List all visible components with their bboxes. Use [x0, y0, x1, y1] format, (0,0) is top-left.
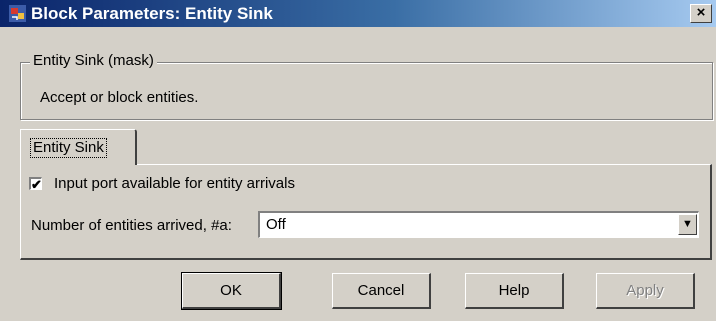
- dropdown-arrow-icon[interactable]: ▼: [678, 214, 697, 235]
- entities-arrived-select[interactable]: Off ▼: [258, 211, 699, 238]
- window-title: Block Parameters: Entity Sink: [31, 4, 273, 23]
- simulink-block-icon: [9, 5, 26, 22]
- block-parameters-dialog: Block Parameters: Entity Sink × Entity S…: [0, 0, 716, 321]
- select-value: Off: [266, 216, 286, 233]
- ok-button[interactable]: OK: [181, 272, 282, 310]
- input-port-checkbox-label[interactable]: Input port available for entity arrivals: [54, 174, 295, 194]
- apply-button[interactable]: Apply: [596, 273, 695, 309]
- tab-entity-sink[interactable]: Entity Sink: [20, 129, 137, 165]
- close-button[interactable]: ×: [690, 4, 712, 23]
- help-button[interactable]: Help: [465, 273, 564, 309]
- entities-arrived-label: Number of entities arrived, #a:: [31, 217, 232, 234]
- input-port-checkbox[interactable]: ✔: [29, 177, 42, 191]
- mask-description: Accept or block entities.: [40, 89, 199, 106]
- mask-group-title: Entity Sink (mask): [30, 51, 157, 71]
- title-bar[interactable]: Block Parameters: Entity Sink ×: [0, 0, 716, 27]
- cancel-button[interactable]: Cancel: [332, 273, 431, 309]
- tab-label: Entity Sink: [30, 138, 107, 158]
